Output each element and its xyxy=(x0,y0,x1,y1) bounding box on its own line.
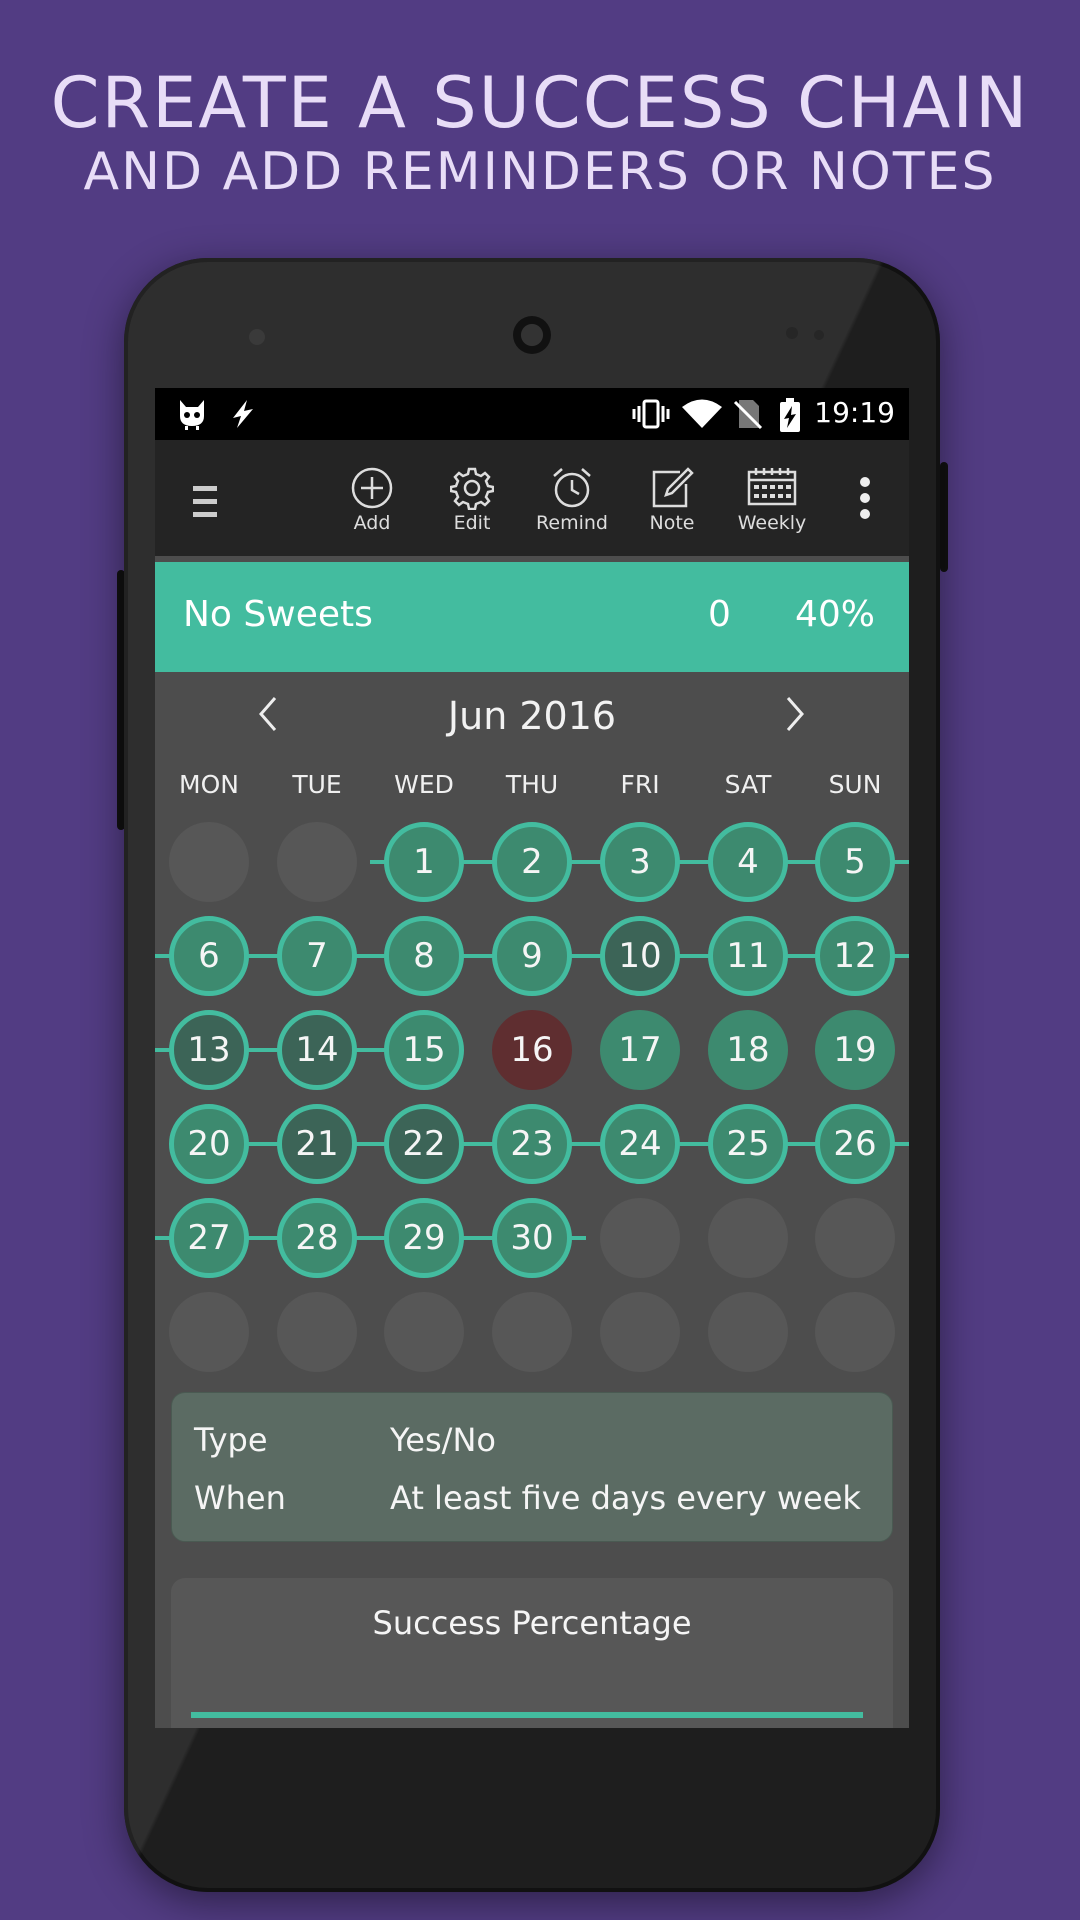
calendar-day-27[interactable]: 27 xyxy=(169,1198,249,1278)
calendar-day-21[interactable]: 21 xyxy=(277,1104,357,1184)
calendar-day-9[interactable]: 9 xyxy=(492,916,572,996)
info-type-value: Yes/No xyxy=(390,1421,496,1459)
calendar-day-30[interactable]: 30 xyxy=(492,1198,572,1278)
calendar-empty-cell xyxy=(600,1198,680,1278)
calendar-day-20[interactable]: 20 xyxy=(169,1104,249,1184)
calendar-day-5[interactable]: 5 xyxy=(815,822,895,902)
calendar-day-3[interactable]: 3 xyxy=(600,822,680,902)
calendar-day-16[interactable]: 16 xyxy=(492,1010,572,1090)
success-progress-fill xyxy=(191,1712,863,1718)
calendar-empty-cell xyxy=(492,1292,572,1372)
calendar-empty-cell xyxy=(708,1198,788,1278)
calendar-day-6[interactable]: 6 xyxy=(169,916,249,996)
headline-line-2: AND ADD REMINDERS OR NOTES xyxy=(83,142,997,202)
earpiece-speaker xyxy=(513,316,551,354)
calendar-day-11[interactable]: 11 xyxy=(708,916,788,996)
calendar-day-23[interactable]: 23 xyxy=(492,1104,572,1184)
habit-info-card: Type Yes/No When At least five days ever… xyxy=(171,1392,893,1542)
calendar-empty-cell xyxy=(277,822,357,902)
calendar-day-8[interactable]: 8 xyxy=(384,916,464,996)
calendar-day-26[interactable]: 26 xyxy=(815,1104,895,1184)
calendar-day-28[interactable]: 28 xyxy=(277,1198,357,1278)
success-percentage-title: Success Percentage xyxy=(372,1604,692,1642)
calendar-empty-cell xyxy=(815,1198,895,1278)
calendar-day-25[interactable]: 25 xyxy=(708,1104,788,1184)
phone-side-button-right xyxy=(940,462,948,572)
calendar-day-4[interactable]: 4 xyxy=(708,822,788,902)
info-when-value: At least five days every week xyxy=(390,1479,861,1517)
proximity-sensor xyxy=(786,327,798,339)
light-sensor xyxy=(814,330,824,340)
calendar-day-2[interactable]: 2 xyxy=(492,822,572,902)
calendar-empty-cell xyxy=(277,1292,357,1372)
headline-line-1: CREATE A SUCCESS CHAIN xyxy=(50,62,1030,144)
success-percentage-card: Success Percentage xyxy=(171,1578,893,1728)
calendar-empty-cell xyxy=(169,822,249,902)
calendar-empty-cell xyxy=(169,1292,249,1372)
calendar-empty-cell xyxy=(815,1292,895,1372)
calendar-day-10[interactable]: 10 xyxy=(600,916,680,996)
calendar-day-29[interactable]: 29 xyxy=(384,1198,464,1278)
calendar-day-12[interactable]: 12 xyxy=(815,916,895,996)
calendar-day-24[interactable]: 24 xyxy=(600,1104,680,1184)
app-screen: 19:19 Add Edit Remind Note Weekly No Swe… xyxy=(155,388,909,1728)
calendar-day-19[interactable]: 19 xyxy=(815,1010,895,1090)
calendar-day-22[interactable]: 22 xyxy=(384,1104,464,1184)
calendar-day-17[interactable]: 17 xyxy=(600,1010,680,1090)
calendar-empty-cell xyxy=(708,1292,788,1372)
front-camera xyxy=(249,329,265,345)
calendar-day-1[interactable]: 1 xyxy=(384,822,464,902)
calendar-day-18[interactable]: 18 xyxy=(708,1010,788,1090)
success-progress-track xyxy=(191,1712,863,1718)
calendar-day-15[interactable]: 15 xyxy=(384,1010,464,1090)
calendar-day-14[interactable]: 14 xyxy=(277,1010,357,1090)
calendar-day-7[interactable]: 7 xyxy=(277,916,357,996)
calendar-empty-cell xyxy=(600,1292,680,1372)
info-when-label: When xyxy=(194,1479,286,1517)
info-type-label: Type xyxy=(194,1421,268,1459)
calendar-day-13[interactable]: 13 xyxy=(169,1010,249,1090)
calendar-empty-cell xyxy=(384,1292,464,1372)
